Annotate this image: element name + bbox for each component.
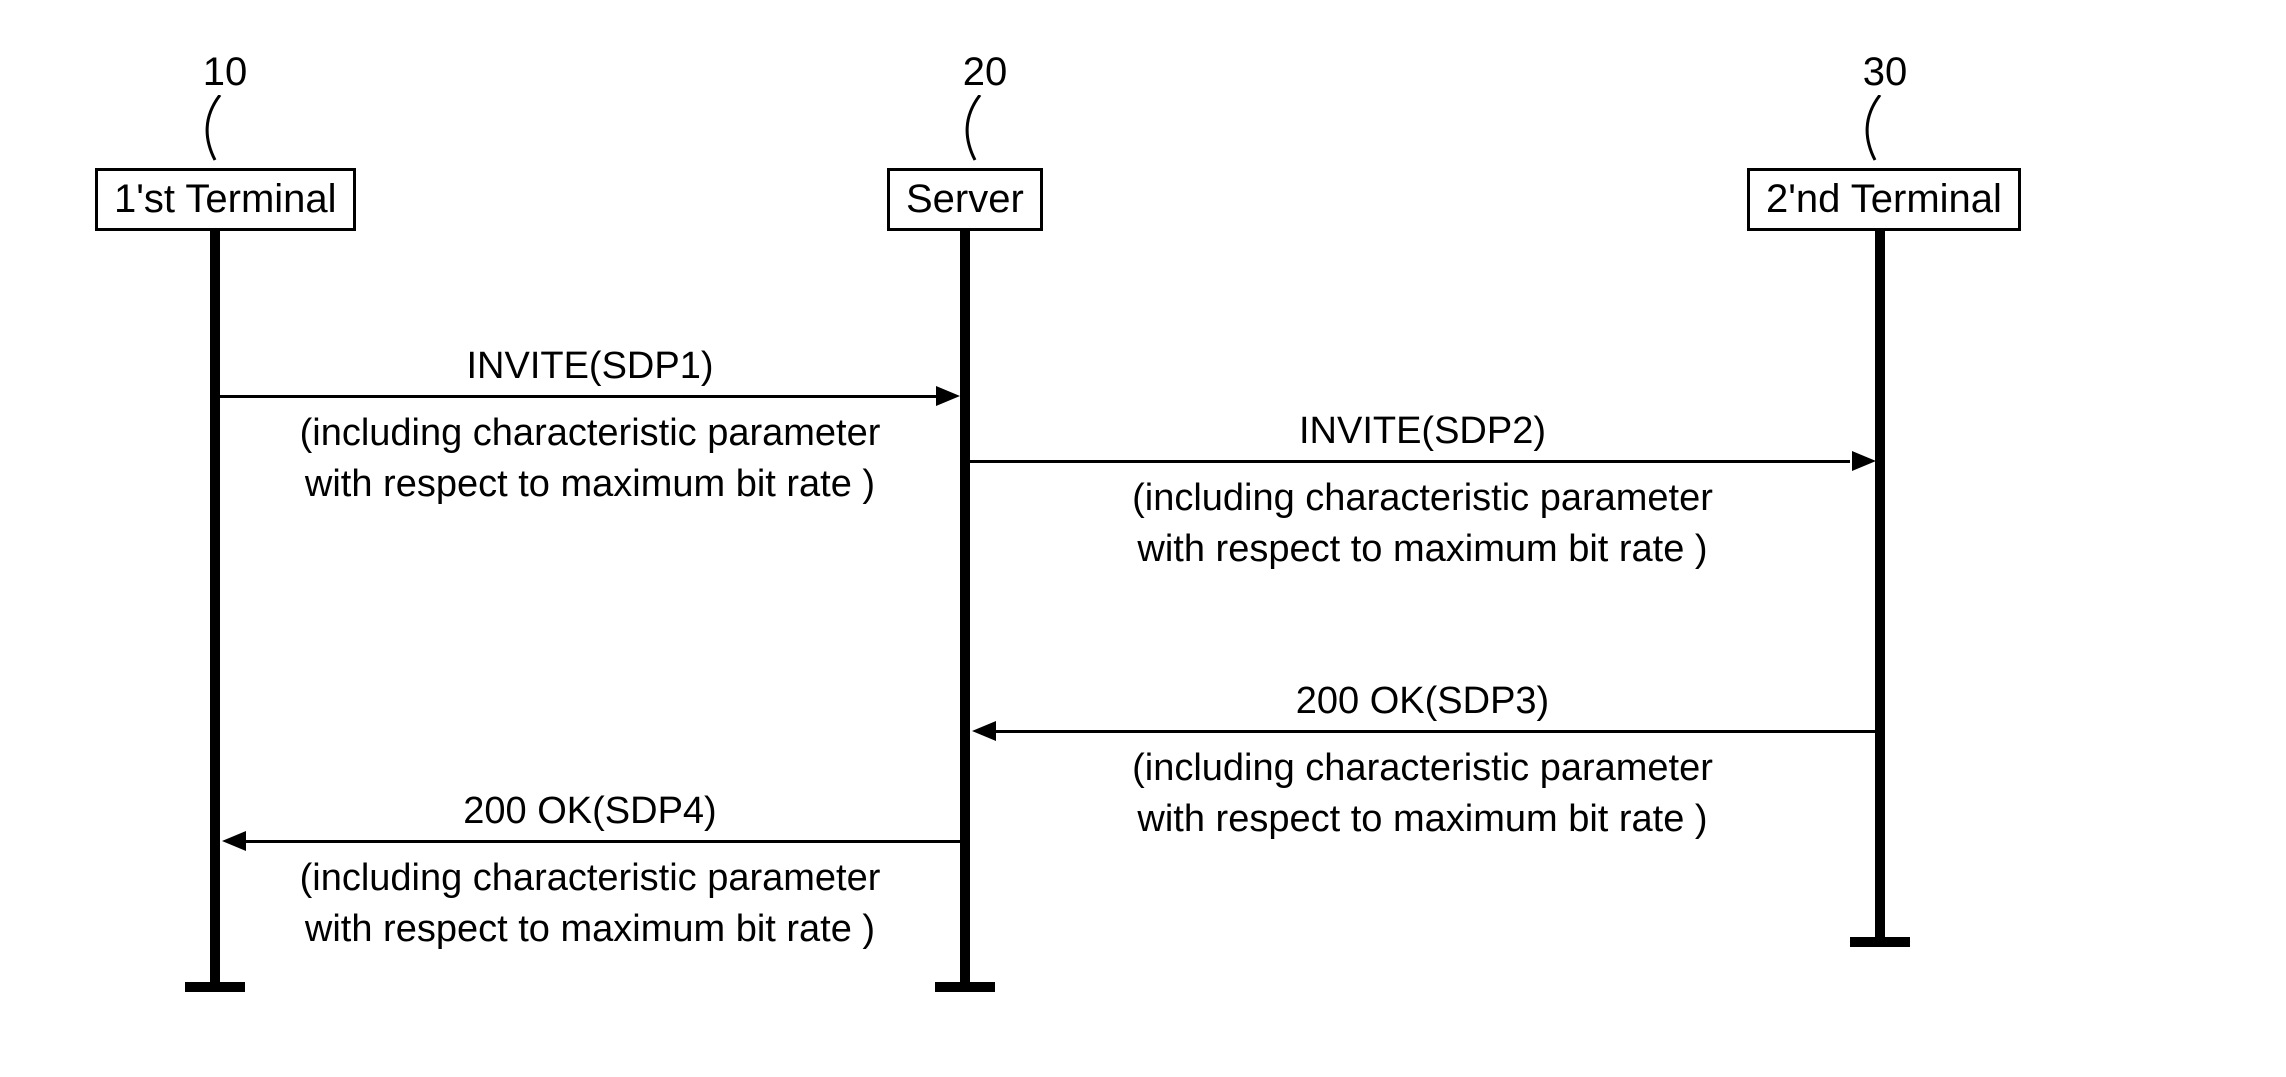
lifeline-server xyxy=(960,228,970,988)
lifeline-foot-t2 xyxy=(1850,937,1910,947)
sequence-diagram: 10 20 30 1'st Terminal Server 2'nd Termi… xyxy=(0,0,2286,1077)
msg-ok4-arrow xyxy=(245,840,960,843)
ref-t1: 10 xyxy=(185,50,265,95)
msg-invite2-arrow xyxy=(970,460,1850,463)
msg-ok3-sub2: with respect to maximum bit rate ) xyxy=(1137,798,1707,840)
leader-t1 xyxy=(195,95,235,170)
node-terminal-2: 2'nd Terminal xyxy=(1747,168,2021,231)
lifeline-foot-server xyxy=(935,982,995,992)
msg-invite2-arrowhead xyxy=(1852,451,1876,471)
msg-invite2-sub: (including characteristic parameter with… xyxy=(970,473,1875,576)
msg-ok3-arrowhead xyxy=(972,721,996,741)
msg-invite1-arrowhead xyxy=(936,386,960,406)
msg-ok4-arrowhead xyxy=(222,831,246,851)
msg-invite2-sub2: with respect to maximum bit rate ) xyxy=(1137,528,1707,570)
lifeline-foot-t1 xyxy=(185,982,245,992)
node-terminal-1: 1'st Terminal xyxy=(95,168,356,231)
msg-ok3-arrow xyxy=(995,730,1875,733)
msg-invite2-sub1: (including characteristic parameter xyxy=(1132,477,1713,519)
msg-invite1-sub2: with respect to maximum bit rate ) xyxy=(305,463,875,505)
msg-ok3-sub: (including characteristic parameter with… xyxy=(970,743,1875,846)
msg-invite1-sub: (including characteristic parameter with… xyxy=(220,408,960,511)
msg-ok3-label: 200 OK(SDP3) xyxy=(970,680,1875,723)
msg-invite2-label: INVITE(SDP2) xyxy=(970,410,1875,453)
msg-ok4-sub1: (including characteristic parameter xyxy=(300,857,881,899)
leader-server xyxy=(955,95,995,170)
msg-ok4-sub: (including characteristic parameter with… xyxy=(220,853,960,956)
lifeline-t2 xyxy=(1875,228,1885,943)
msg-ok4-label: 200 OK(SDP4) xyxy=(220,790,960,833)
msg-ok4-sub2: with respect to maximum bit rate ) xyxy=(305,908,875,950)
msg-ok3-sub1: (including characteristic parameter xyxy=(1132,747,1713,789)
lifeline-t1 xyxy=(210,228,220,988)
msg-invite1-sub1: (including characteristic parameter xyxy=(300,412,881,454)
msg-invite1-label: INVITE(SDP1) xyxy=(220,345,960,388)
node-server: Server xyxy=(887,168,1043,231)
msg-invite1-arrow xyxy=(220,395,940,398)
leader-t2 xyxy=(1855,95,1895,170)
ref-t2: 30 xyxy=(1845,50,1925,95)
ref-server: 20 xyxy=(945,50,1025,95)
